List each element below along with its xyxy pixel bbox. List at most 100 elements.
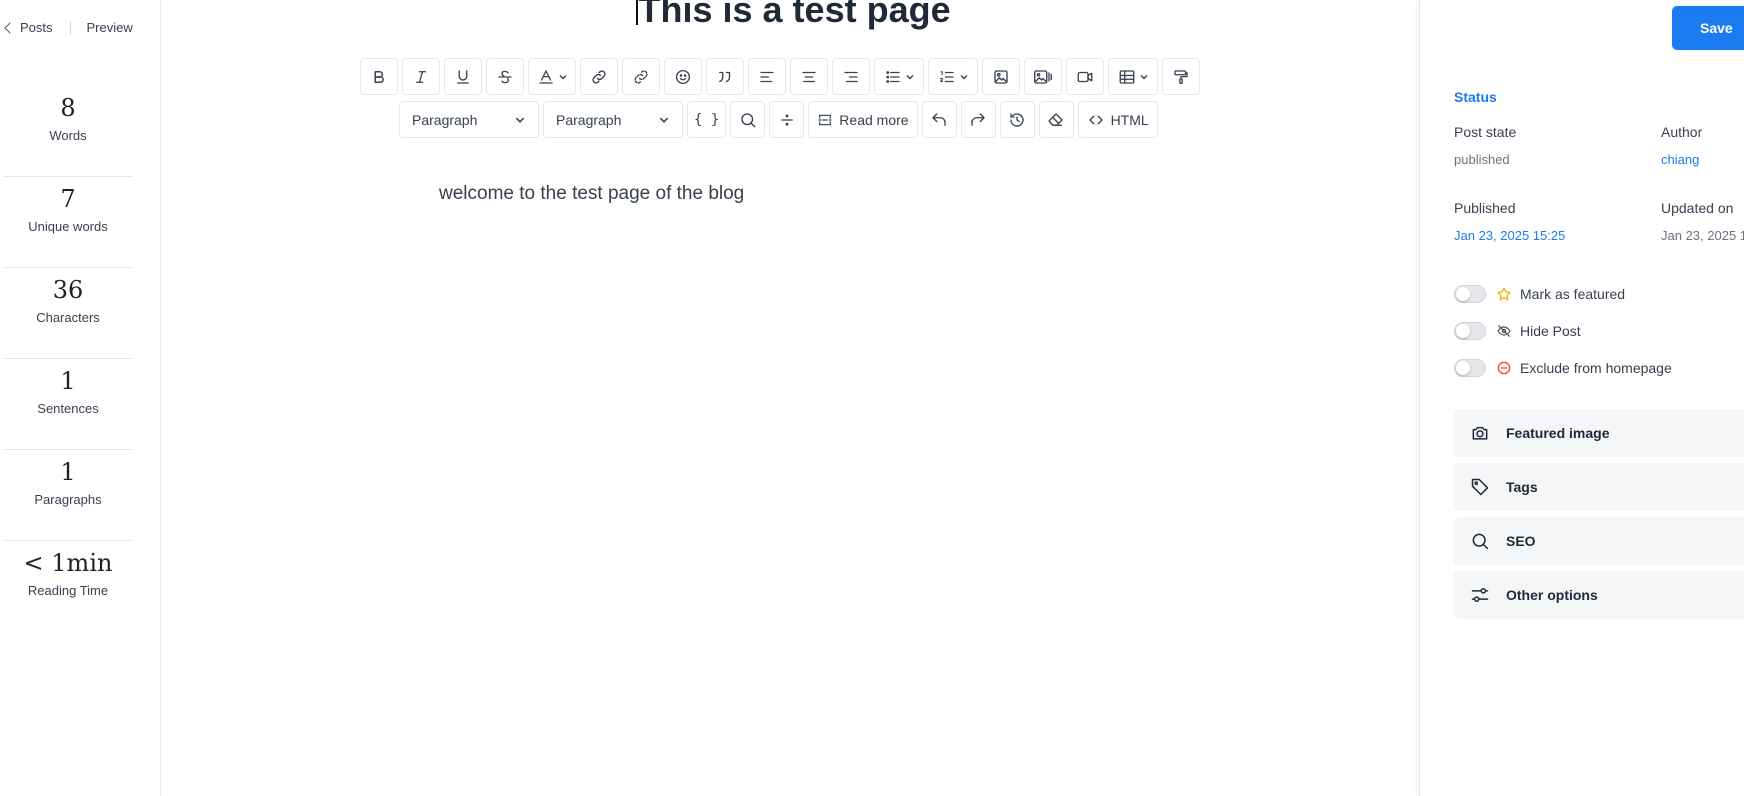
- bullet-list-icon: [885, 70, 900, 83]
- sliders-icon: [1470, 585, 1490, 605]
- status-heading: Status: [1454, 89, 1497, 105]
- divider-icon: [780, 113, 793, 126]
- stat-unique-words: 7 Unique words: [4, 177, 132, 268]
- gallery-icon: [1034, 69, 1052, 84]
- align-right-button[interactable]: [832, 58, 870, 95]
- search-icon: [1470, 531, 1490, 551]
- exclude-homepage-toggle[interactable]: [1454, 359, 1486, 377]
- insert-video-button[interactable]: [1066, 58, 1104, 95]
- eraser-icon: [1048, 112, 1063, 126]
- align-left-button[interactable]: [748, 58, 786, 95]
- insert-image-button[interactable]: [982, 58, 1020, 95]
- nav-divider: [69, 20, 71, 35]
- quote-icon: [719, 71, 731, 82]
- chevron-down-icon: [1140, 74, 1147, 79]
- updated-date: Updated on Jan 23, 2025 15:: [1661, 200, 1744, 243]
- redo-button[interactable]: [960, 101, 996, 138]
- camera-icon: [1470, 423, 1490, 443]
- read-more-button[interactable]: Read more: [808, 101, 918, 138]
- back-to-posts-link[interactable]: Posts: [4, 20, 53, 35]
- emoji-button[interactable]: [664, 58, 702, 95]
- post-state-value: published: [1454, 152, 1510, 167]
- featured-toggle[interactable]: [1454, 285, 1486, 303]
- other-options-section[interactable]: Other options: [1454, 571, 1744, 619]
- align-center-button[interactable]: [790, 58, 828, 95]
- stat-label: Unique words: [28, 219, 108, 234]
- stat-value: 1: [60, 367, 76, 395]
- clear-formatting-button[interactable]: [1038, 101, 1074, 138]
- stat-sentences: 1 Sentences: [4, 359, 132, 450]
- chevron-down-icon: [906, 74, 913, 79]
- published-label: Published: [1454, 200, 1516, 216]
- stat-value: < 1min: [23, 549, 113, 577]
- blockquote-button[interactable]: [706, 58, 744, 95]
- undo-icon: [932, 112, 946, 126]
- read-more-icon: [818, 114, 832, 125]
- editor-area: This is a test page Paragraph Paragraph …: [161, 0, 1419, 796]
- numbered-list-button[interactable]: [928, 58, 978, 95]
- find-replace-button[interactable]: [730, 101, 766, 138]
- chevron-down-icon: [515, 117, 525, 123]
- published-date: Published Jan 23, 2025 15:25: [1454, 200, 1565, 243]
- post-state-label: Post state: [1454, 124, 1517, 140]
- hide-post-label: Hide Post: [1520, 323, 1581, 339]
- italic-button[interactable]: [402, 58, 440, 95]
- unlink-icon: [634, 69, 648, 84]
- editor-toolbar-row-2: Paragraph Paragraph { } Read more HTML: [399, 101, 1158, 138]
- hide-post-toggle[interactable]: [1454, 322, 1486, 340]
- tags-section[interactable]: Tags: [1454, 463, 1744, 511]
- seo-section[interactable]: SEO: [1454, 517, 1744, 565]
- numbered-list-icon: [939, 70, 954, 82]
- underline-button[interactable]: [444, 58, 482, 95]
- font-color-icon: [538, 69, 553, 84]
- insert-table-button[interactable]: [1108, 58, 1158, 95]
- undo-button[interactable]: [921, 101, 957, 138]
- post-state: Post state published: [1454, 124, 1516, 167]
- strikethrough-button[interactable]: [486, 58, 524, 95]
- block-format-select[interactable]: Paragraph: [399, 101, 539, 138]
- featured-image-label: Featured image: [1506, 425, 1610, 441]
- read-more-label: Read more: [839, 111, 909, 128]
- italic-icon: [415, 70, 427, 83]
- format-painter-icon: [1174, 69, 1188, 84]
- post-title[interactable]: This is a test page: [636, 0, 951, 32]
- author-link[interactable]: chiang: [1661, 152, 1702, 167]
- editor-toolbar-row-1: [360, 58, 1200, 95]
- code-block-button[interactable]: { }: [687, 101, 727, 138]
- unlink-button[interactable]: [622, 58, 660, 95]
- text-caret: [636, 0, 638, 25]
- featured-image-section[interactable]: Featured image: [1454, 409, 1744, 457]
- editor-paragraph: welcome to the test page of the blog: [439, 183, 745, 204]
- stat-paragraphs: 1 Paragraphs: [4, 450, 132, 541]
- star-icon: [1496, 286, 1512, 302]
- author: Author chiang: [1661, 124, 1702, 167]
- format-painter-button[interactable]: [1162, 58, 1200, 95]
- horizontal-rule-button[interactable]: [769, 101, 805, 138]
- chevron-down-icon: [960, 74, 967, 79]
- chevron-down-icon: [559, 74, 566, 79]
- chevron-down-icon: [659, 117, 669, 123]
- html-source-button[interactable]: HTML: [1077, 101, 1158, 138]
- preview-link[interactable]: Preview: [87, 20, 133, 35]
- align-center-icon: [802, 71, 816, 82]
- insert-link-button[interactable]: [580, 58, 618, 95]
- revision-history-button[interactable]: [999, 101, 1035, 138]
- paragraph-style-select[interactable]: Paragraph: [543, 101, 683, 138]
- updated-label: Updated on: [1661, 200, 1734, 216]
- published-date-link[interactable]: Jan 23, 2025 15:25: [1454, 228, 1565, 243]
- bold-button[interactable]: [360, 58, 398, 95]
- bullet-list-button[interactable]: [874, 58, 924, 95]
- stat-label: Paragraphs: [34, 492, 102, 507]
- editor-content[interactable]: welcome to the test page of the blog: [439, 183, 744, 205]
- post-settings-panel: Save Status Post state published Author …: [1419, 0, 1744, 796]
- save-button[interactable]: Save: [1672, 6, 1744, 50]
- stat-label: Words: [49, 128, 87, 143]
- exclude-homepage-toggle-row: Exclude from homepage: [1454, 359, 1672, 377]
- insert-gallery-button[interactable]: [1024, 58, 1062, 95]
- stat-value: 36: [52, 276, 84, 304]
- other-options-label: Other options: [1506, 587, 1598, 603]
- text-color-button[interactable]: [528, 58, 576, 95]
- stat-reading-time: < 1min Reading Time: [4, 541, 132, 632]
- eye-off-icon: [1496, 323, 1512, 339]
- image-icon: [994, 69, 1008, 84]
